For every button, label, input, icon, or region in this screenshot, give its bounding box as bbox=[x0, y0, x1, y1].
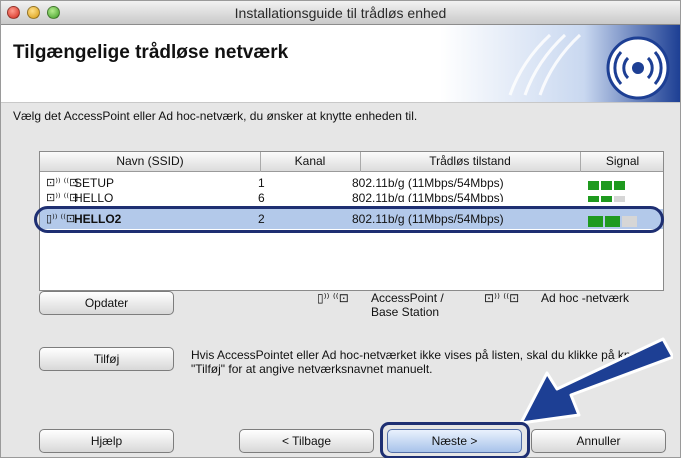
signal-bar-icon bbox=[588, 196, 599, 202]
signal-bar-icon bbox=[601, 196, 612, 202]
selected-network-highlight bbox=[34, 206, 664, 233]
signal-bar-icon bbox=[588, 181, 599, 191]
network-mode: 802.11b/g (11Mbps/54Mbps) bbox=[352, 176, 504, 190]
table-header: Navn (SSID) Kanal Trådløs tilstand Signa… bbox=[40, 152, 663, 172]
network-name: HELLO bbox=[74, 191, 114, 202]
help-button[interactable]: Hjælp bbox=[39, 429, 174, 453]
signal-bar-icon bbox=[614, 196, 625, 202]
back-button[interactable]: < Tilbage bbox=[239, 429, 374, 453]
cancel-button[interactable]: Annuller bbox=[531, 429, 666, 453]
signal-strength-icon bbox=[588, 193, 627, 202]
access-point-legend-label: AccessPoint / Base Station bbox=[371, 291, 444, 319]
table-row[interactable]: ⊡⁾⁾ ⁽⁽⊡ HELLO 6 802.11b/g (11Mbps/54Mbps… bbox=[40, 190, 663, 202]
wireless-logo-icon bbox=[440, 25, 680, 102]
ad-hoc-legend-icon: ⊡⁾⁾ ⁽⁽⊡ bbox=[484, 291, 520, 305]
network-name: SETUP bbox=[74, 176, 115, 190]
instruction-text: Vælg det AccessPoint eller Ad hoc-netvær… bbox=[13, 109, 418, 123]
installer-window: Installationsguide til trådløs enhed Til… bbox=[0, 0, 681, 458]
pointer-arrow-icon bbox=[519, 337, 673, 425]
page-title: Tilgængelige trådløse netværk bbox=[13, 42, 289, 63]
add-network-button[interactable]: Tilføj bbox=[39, 347, 174, 371]
column-header-mode[interactable]: Trådløs tilstand bbox=[360, 154, 580, 168]
network-channel: 6 bbox=[258, 191, 265, 202]
column-header-ssid[interactable]: Navn (SSID) bbox=[40, 154, 260, 168]
window-title: Installationsguide til trådløs enhed bbox=[234, 5, 447, 21]
update-button[interactable]: Opdater bbox=[39, 291, 174, 315]
network-mode: 802.11b/g (11Mbps/54Mbps) bbox=[352, 191, 504, 202]
signal-bar-icon bbox=[601, 181, 612, 191]
column-header-signal[interactable]: Signal bbox=[580, 154, 663, 168]
next-button-highlight bbox=[380, 422, 530, 458]
signal-bar-icon bbox=[614, 181, 625, 191]
table-row[interactable]: ⊡⁾⁾ ⁽⁽⊡ SETUP 1 802.11b/g (11Mbps/54Mbps… bbox=[40, 175, 663, 191]
network-channel: 1 bbox=[258, 176, 265, 190]
access-point-legend-icon: ▯⁾⁾ ⁽⁽⊡ bbox=[317, 291, 349, 305]
title-bar: Installationsguide til trådløs enhed bbox=[1, 1, 680, 25]
column-header-channel[interactable]: Kanal bbox=[260, 154, 360, 168]
ad-hoc-legend-label: Ad hoc -netværk bbox=[541, 291, 630, 305]
page-header: Tilgængelige trådløse netværk bbox=[1, 25, 680, 103]
